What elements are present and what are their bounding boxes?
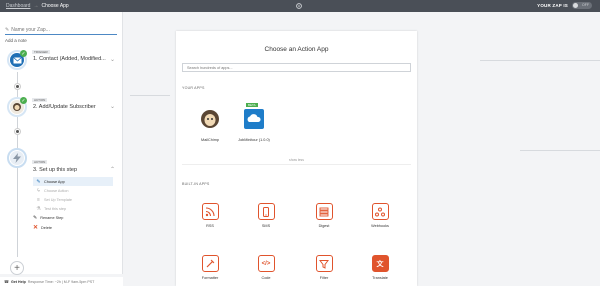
app-name: Translate [372, 276, 388, 280]
step-3-title[interactable]: 3. Set up this step [33, 167, 77, 173]
code-icon: </> [257, 255, 275, 272]
built-in-apps-heading: BUILT-IN APPS [182, 182, 210, 186]
step-1-icon[interactable]: ✓ [7, 50, 27, 70]
rss-icon [201, 203, 219, 220]
app-rss[interactable]: RSS [186, 203, 234, 228]
step-3-badge: ACTION [32, 160, 48, 164]
substep-set-up-template[interactable]: ≡ Set Up Template [33, 195, 113, 204]
app-sms[interactable]: SMS [242, 203, 290, 228]
rename-step-button[interactable]: ✎ Rename Step [33, 215, 63, 221]
app-name: Code [261, 276, 271, 280]
flask-icon: ⚗ [36, 205, 41, 212]
rename-step-label: Rename Step [40, 216, 64, 220]
close-icon: ✕ [33, 225, 39, 231]
phone-icon: ☎ [4, 279, 9, 284]
list-icon: ≡ [37, 196, 40, 203]
get-help-link[interactable]: Get Help [11, 280, 26, 284]
add-step-button[interactable]: + [10, 261, 24, 275]
translate-icon: 文 [371, 255, 389, 272]
panel-title: Choose an Action App [264, 46, 329, 53]
app-search-input[interactable] [182, 63, 411, 72]
chevron-down-icon[interactable]: ⌄ [110, 56, 115, 63]
envelope-icon [12, 56, 22, 63]
app-mailchimp[interactable]: MailChimp [190, 109, 230, 142]
zap-status: YOUR ZAP IS OFF [537, 2, 592, 9]
substep-choose-app[interactable]: ✎ Choose App [33, 177, 113, 186]
app-name: Formatter [201, 276, 219, 280]
substep-label: Test this step [44, 206, 67, 211]
show-less-link[interactable]: show less [176, 158, 417, 162]
bolt-icon [13, 153, 21, 163]
step-connector-node [15, 129, 20, 134]
add-note-link[interactable]: Add a note [5, 38, 27, 43]
pencil-icon: ✎ [36, 178, 41, 185]
step-1-badge: TRIGGER [32, 50, 50, 54]
app-formatter[interactable]: Formatter [186, 255, 234, 280]
main-canvas: Choose an Action App YOUR APPS MailChimp… [123, 12, 600, 286]
filter-icon [315, 255, 333, 272]
check-icon: ✓ [20, 50, 27, 57]
app-name: MailChimp [201, 138, 219, 142]
substep-label: Choose Action [44, 188, 69, 193]
chevron-down-icon[interactable]: ⌄ [110, 103, 115, 110]
step-connector-node [15, 84, 20, 89]
app-name: Digest [318, 224, 330, 228]
mailchimp-logo [201, 110, 219, 128]
check-icon: ✓ [20, 97, 27, 104]
zap-status-label: YOUR ZAP IS [537, 3, 568, 8]
app-jobminitour[interactable]: JobMinitour (1.0.0) [234, 109, 274, 142]
cloud-logo [244, 109, 264, 129]
app-webhooks[interactable]: Webhooks [356, 203, 404, 228]
toggle-knob [573, 3, 578, 8]
substep-choose-action[interactable]: ϟ Choose Action [33, 186, 113, 195]
divider [182, 164, 411, 165]
substep-list: ✎ Choose App ϟ Choose Action ≡ Set Up Te… [33, 177, 113, 213]
breadcrumb-dashboard-link[interactable]: Dashboard [6, 3, 30, 9]
digest-icon [315, 203, 333, 220]
app-code[interactable]: </> Code [242, 255, 290, 280]
breadcrumb-arrow: → [33, 3, 39, 9]
substep-test-step[interactable]: ⚗ Test this step [33, 204, 113, 213]
app-translate[interactable]: 文 Translate [356, 255, 404, 280]
substep-label: Choose App [44, 179, 65, 184]
app-name: RSS [206, 224, 214, 228]
response-time-text: Response Time: ~2h | M-F 9am-5pm PST [27, 279, 95, 284]
step-2-title[interactable]: 2. Add/Update Subscriber [33, 104, 96, 110]
app-filter[interactable]: Filter [300, 255, 348, 280]
chevron-up-icon[interactable]: ⌃ [110, 166, 115, 173]
app-digest[interactable]: Digest [300, 203, 348, 228]
toggle-text: OFF [582, 3, 589, 7]
bolt-icon: ϟ [37, 187, 40, 194]
app-name: SMS [261, 224, 271, 228]
app-name: Filter [319, 276, 329, 280]
delete-label: Delete [41, 225, 53, 230]
delete-step-button[interactable]: ✕ Delete [33, 224, 52, 231]
beta-badge: BETA [246, 103, 258, 107]
app-name: JobMinitour (1.0.0) [238, 138, 270, 142]
step-3-icon[interactable] [7, 148, 27, 168]
webhooks-icon [371, 203, 389, 220]
zap-name-input[interactable] [11, 26, 112, 33]
mailchimp-icon [13, 103, 21, 111]
step-2-icon[interactable]: ✓ [7, 97, 27, 117]
breadcrumb: Dashboard → Choose App [6, 3, 69, 9]
substep-label: Set Up Template [44, 197, 72, 202]
app-name: Webhooks [371, 224, 389, 228]
choose-app-panel: Choose an Action App YOUR APPS MailChimp… [176, 31, 417, 286]
zap-name-field[interactable]: ✎ [5, 25, 117, 35]
pencil-icon: ✎ [33, 215, 38, 221]
step-1-title[interactable]: 1. Contact (Added, Modified... [33, 56, 106, 62]
sidebar: ✎ Add a note ✓ TRIGGER 1. Contact (Added… [0, 12, 123, 286]
gear-icon[interactable] [295, 2, 303, 10]
help-footer: ☎ Get Help Response Time: ~2h | M-F 9am-… [0, 277, 123, 286]
step-2-badge: ACTION [32, 98, 48, 102]
zap-toggle[interactable]: OFF [572, 2, 592, 9]
breadcrumb-current: Choose App [41, 3, 69, 9]
pencil-icon: ✎ [5, 26, 10, 33]
top-bar: Dashboard → Choose App YOUR ZAP IS OFF [0, 0, 600, 12]
formatter-icon [201, 255, 219, 272]
sms-icon [257, 203, 275, 220]
your-apps-heading: YOUR APPS [182, 86, 205, 90]
